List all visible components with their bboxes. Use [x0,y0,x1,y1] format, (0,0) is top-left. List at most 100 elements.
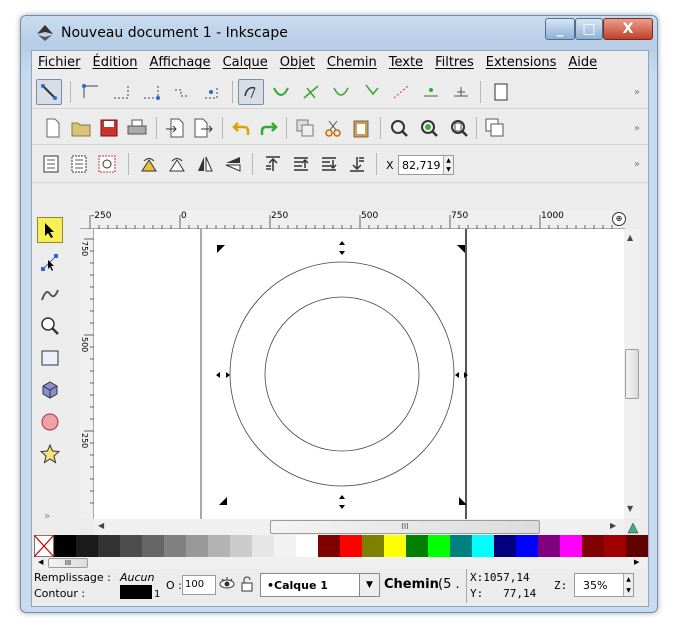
scroll-right-icon[interactable]: ▶ [610,521,616,530]
overflow-icon[interactable]: » [634,87,640,98]
color-swatch[interactable] [472,535,494,557]
import-icon[interactable] [162,115,188,141]
color-swatch[interactable] [362,535,384,557]
horizontal-scroll-thumb[interactable]: III [270,520,540,534]
color-swatch[interactable] [494,535,516,557]
toolbox-overflow-icon[interactable]: » [44,511,50,522]
vertical-scroll-thumb[interactable] [625,349,639,399]
zoom-drawing-icon[interactable] [416,115,442,141]
open-icon[interactable] [68,115,94,141]
stroke-swatch[interactable] [120,585,152,599]
rectangle-tool-icon[interactable] [37,345,63,371]
duplicate-icon[interactable] [292,115,318,141]
zoom-tool-icon[interactable] [37,313,63,339]
flip-horizontal-icon[interactable] [192,151,218,177]
menu-fichier[interactable]: Fichier [32,51,87,73]
menu-filtres[interactable]: Filtres [429,51,480,73]
drawing-canvas[interactable] [94,229,624,519]
color-swatch[interactable] [296,535,318,557]
undo-icon[interactable] [228,115,254,141]
palette-scroll-left-icon[interactable]: ◀ [38,558,43,566]
vertical-scrollbar[interactable]: ▲ ▼ [624,229,640,519]
palette-scrollbar[interactable]: ◀ III ▶ [34,557,646,569]
snap-midpoint-icon[interactable] [388,79,414,105]
horizontal-scrollbar[interactable]: ◀ III ▶ [94,519,624,535]
menu-objet[interactable]: Objet [274,51,321,73]
color-manage-icon[interactable] [626,521,640,535]
raise-icon[interactable] [288,151,314,177]
snap-bbox-corner-icon[interactable] [138,79,164,105]
opacity-spinbox[interactable]: 100 [182,575,216,595]
redo-icon[interactable] [256,115,282,141]
snap-bbox-icon[interactable] [78,79,104,105]
selector-tool-icon[interactable] [37,217,63,243]
duplicate-window-icon[interactable] [482,115,508,141]
zoom-spinbox[interactable]: 35% ▲ ▼ [574,573,634,597]
save-icon[interactable] [96,115,122,141]
new-document-icon[interactable] [40,115,66,141]
3d-box-tool-icon[interactable] [37,377,63,403]
lock-icon[interactable] [240,576,258,594]
no-paint-swatch[interactable] [34,535,54,557]
lower-icon[interactable] [316,151,342,177]
menu-extensions[interactable]: Extensions [480,51,563,73]
color-swatch[interactable] [538,535,560,557]
color-swatch[interactable] [142,535,164,557]
node-tool-icon[interactable] [37,249,63,275]
title-bar[interactable]: Nouveau document 1 - Inkscape _ □ X [21,16,657,50]
x-spin-arrows[interactable]: ▲ ▼ [443,156,453,174]
snap-cusp-icon[interactable] [328,79,354,105]
rotate-ccw-icon[interactable] [136,151,162,177]
zoom-selection-icon[interactable] [386,115,412,141]
menu-calque[interactable]: Calque [217,51,274,73]
color-swatch[interactable] [406,535,428,557]
snap-bbox-mid-icon[interactable] [168,79,194,105]
select-all-icon[interactable] [38,151,64,177]
color-swatch[interactable] [626,535,648,557]
overflow-icon-2[interactable]: » [634,123,640,134]
menu-affichage[interactable]: Affichage [143,51,216,73]
overflow-icon-3[interactable]: » [634,159,640,170]
color-swatch[interactable] [164,535,186,557]
minimize-button[interactable]: _ [545,18,575,40]
color-swatch[interactable] [120,535,142,557]
rotate-cw-icon[interactable] [164,151,190,177]
color-swatch[interactable] [428,535,450,557]
snap-nodes-icon[interactable] [238,79,264,105]
eye-icon[interactable] [218,576,238,594]
snap-smooth-icon[interactable] [358,79,384,105]
color-swatch[interactable] [252,535,274,557]
color-swatch[interactable] [582,535,604,557]
flip-vertical-icon[interactable] [220,151,246,177]
menu-edition[interactable]: Édition [87,51,144,73]
x-spinbox[interactable]: 82,719 ▲ ▼ [398,155,454,175]
layer-dropdown[interactable]: •Calque 1 ▼ [260,573,380,597]
scroll-down-icon[interactable]: ▼ [627,504,633,513]
menu-aide[interactable]: Aide [562,51,603,73]
color-swatch[interactable] [516,535,538,557]
color-swatch[interactable] [450,535,472,557]
color-swatch[interactable] [274,535,296,557]
print-icon[interactable] [124,115,150,141]
color-swatch[interactable] [318,535,340,557]
zoom-page-icon[interactable] [446,115,472,141]
star-tool-icon[interactable] [37,441,63,467]
menu-texte[interactable]: Texte [383,51,429,73]
color-swatch[interactable] [230,535,252,557]
snap-bbox-edge-icon[interactable] [108,79,134,105]
close-button[interactable]: X [603,18,653,40]
snap-toggle-icon[interactable] [36,79,62,105]
color-swatch[interactable] [54,535,76,557]
color-swatch[interactable] [384,535,406,557]
ellipse-tool-icon[interactable] [37,409,63,435]
zoom-correction-icon[interactable]: ⊕ [612,212,626,226]
paste-icon[interactable] [348,115,374,141]
cut-icon[interactable] [320,115,346,141]
snap-intersections-icon[interactable] [298,79,324,105]
color-swatch[interactable] [560,535,582,557]
deselect-icon[interactable] [94,151,120,177]
maximize-button[interactable]: □ [575,18,603,40]
scroll-up-icon[interactable]: ▲ [627,233,633,242]
select-all-layers-icon[interactable] [66,151,92,177]
lower-to-bottom-icon[interactable] [344,151,370,177]
